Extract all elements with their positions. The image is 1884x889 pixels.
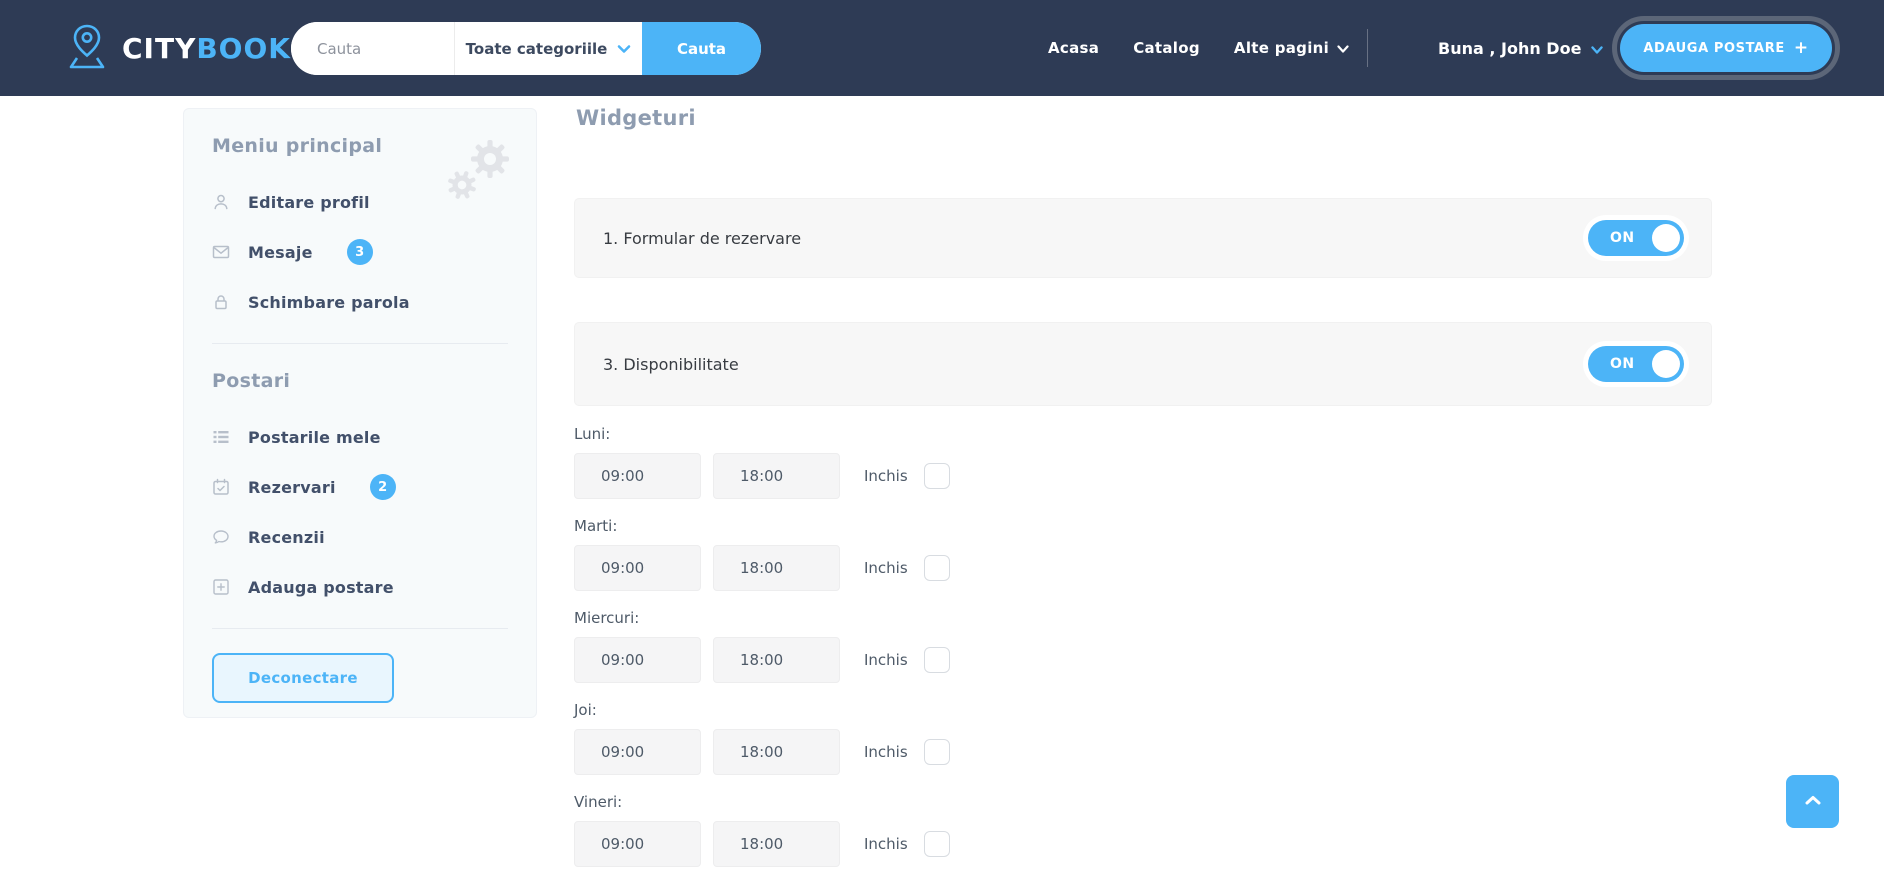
open-time-input[interactable] — [574, 729, 701, 775]
close-time-input[interactable] — [713, 545, 840, 591]
widget-card-disponibilitate: 3. Disponibilitate ON — [574, 322, 1712, 406]
sidebar-menu-postari: Postarile mele Rezervari 2 Recenzii Adau… — [184, 412, 536, 612]
chat-icon — [212, 528, 230, 546]
reservations-count-badge: 2 — [369, 474, 396, 500]
brand-logo[interactable]: CITYBOOK — [64, 0, 291, 96]
day-label: Marti: — [574, 517, 618, 535]
list-icon — [212, 428, 230, 446]
navbar-divider — [1367, 29, 1368, 67]
widget-toggle-on[interactable]: ON — [1588, 220, 1684, 256]
open-time-input[interactable] — [574, 545, 701, 591]
add-post-button-ring: ADAUGA POSTARE + — [1612, 16, 1840, 80]
chevron-down-icon — [617, 40, 631, 58]
search-button[interactable]: Cauta — [642, 22, 761, 75]
availability-schedule: Luni: Inchis Marti: Inchis Miercuri: Inc… — [574, 425, 1712, 885]
map-pin-icon — [64, 20, 110, 76]
close-time-input[interactable] — [713, 729, 840, 775]
closed-label: Inchis — [864, 467, 908, 485]
sidebar-item-mesaje[interactable]: Mesaje 3 — [184, 227, 536, 277]
widget-label: 3. Disponibilitate — [603, 354, 739, 374]
closed-checkbox[interactable] — [923, 463, 950, 489]
chevron-down-icon — [1591, 39, 1604, 58]
page-title: Widgeturi — [576, 106, 696, 130]
chevron-up-icon — [1804, 794, 1822, 809]
category-selected-label: Toate categoriile — [465, 39, 608, 58]
close-time-input[interactable] — [713, 453, 840, 499]
widget-toggle-on[interactable]: ON — [1588, 346, 1684, 382]
day-label: Vineri: — [574, 793, 623, 811]
closed-checkbox[interactable] — [923, 739, 950, 765]
sidebar-item-adauga-postare[interactable]: Adauga postare — [184, 562, 536, 612]
close-time-input[interactable] — [713, 637, 840, 683]
schedule-day-joi: Joi: Inchis — [574, 701, 1712, 775]
category-select[interactable]: Toate categoriile — [454, 22, 642, 75]
toggle-knob — [1652, 350, 1680, 378]
user-menu[interactable]: Buna , John Doe — [1438, 0, 1604, 96]
widget-card-formular-rezervare: 1. Formular de rezervare ON — [574, 198, 1712, 278]
scroll-to-top-button[interactable] — [1786, 775, 1839, 828]
sidebar-item-rezervari[interactable]: Rezervari 2 — [184, 462, 536, 512]
closed-label: Inchis — [864, 835, 908, 853]
sidebar-divider — [212, 628, 508, 629]
close-time-input[interactable] — [713, 821, 840, 867]
nav-link-catalog[interactable]: Catalog — [1133, 39, 1200, 57]
nav-link-acasa[interactable]: Acasa — [1048, 39, 1099, 57]
account-sidebar: Meniu principal Editare profil Mesaje 3 … — [183, 108, 537, 718]
main-nav: Acasa Catalog Alte pagini — [1048, 0, 1349, 96]
sidebar-divider — [212, 343, 508, 344]
open-time-input[interactable] — [574, 453, 701, 499]
schedule-day-miercuri: Miercuri: Inchis — [574, 609, 1712, 683]
sidebar-section-title-postari: Postari — [212, 370, 291, 392]
day-label: Luni: — [574, 425, 611, 443]
messages-count-badge: 3 — [346, 239, 373, 265]
lock-icon — [212, 293, 230, 311]
brand-name: CITYBOOK — [122, 31, 291, 65]
mail-icon — [212, 243, 230, 261]
user-greeting-label: Buna , John Doe — [1438, 38, 1582, 58]
plus-icon: + — [1793, 37, 1809, 58]
calendar-icon — [212, 478, 230, 496]
closed-checkbox[interactable] — [923, 831, 950, 857]
schedule-day-marti: Marti: Inchis — [574, 517, 1712, 591]
nav-link-alte-pagini[interactable]: Alte pagini — [1234, 39, 1349, 57]
closed-label: Inchis — [864, 559, 908, 577]
gears-decoration-icon — [438, 135, 516, 207]
chevron-down-icon — [1337, 39, 1349, 57]
sidebar-item-recenzii[interactable]: Recenzii — [184, 512, 536, 562]
search-bar: Toate categoriile Cauta — [291, 22, 761, 75]
schedule-day-luni: Luni: Inchis — [574, 425, 1712, 499]
sidebar-item-postarile-mele[interactable]: Postarile mele — [184, 412, 536, 462]
closed-label: Inchis — [864, 743, 908, 761]
closed-checkbox[interactable] — [923, 647, 950, 673]
add-post-button[interactable]: ADAUGA POSTARE + — [1620, 24, 1832, 72]
day-label: Miercuri: — [574, 609, 640, 627]
open-time-input[interactable] — [574, 637, 701, 683]
closed-label: Inchis — [864, 651, 908, 669]
sidebar-item-schimbare-parola[interactable]: Schimbare parola — [184, 277, 536, 327]
toggle-knob — [1652, 224, 1680, 252]
search-input[interactable] — [291, 22, 454, 75]
user-icon — [212, 193, 230, 211]
plus-square-icon — [212, 578, 230, 596]
schedule-day-vineri: Vineri: Inchis — [574, 793, 1712, 867]
open-time-input[interactable] — [574, 821, 701, 867]
day-label: Joi: — [574, 701, 597, 719]
top-navbar: CITYBOOK Toate categoriile Cauta Acasa C… — [0, 0, 1884, 96]
widget-label: 1. Formular de rezervare — [603, 228, 802, 248]
logout-button[interactable]: Deconectare — [212, 653, 394, 703]
closed-checkbox[interactable] — [923, 555, 950, 581]
